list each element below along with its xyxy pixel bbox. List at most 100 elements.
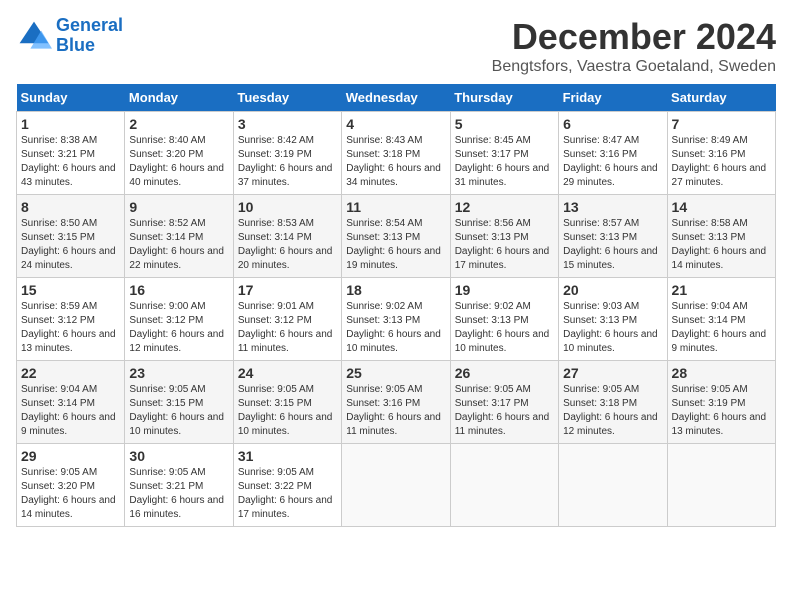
day-info: Sunrise: 8:56 AMSunset: 3:13 PMDaylight:… xyxy=(455,217,554,273)
week-row-2: 8Sunrise: 8:50 AMSunset: 3:15 PMDaylight… xyxy=(17,195,776,278)
day-number: 17 xyxy=(238,282,337,298)
calendar-cell: 7 Sunrise: 8:49 AMSunset: 3:16 PMDaylight… xyxy=(667,112,775,195)
calendar-cell: 9Sunrise: 8:52 AMSunset: 3:14 PMDaylight… xyxy=(125,195,233,278)
day-number: 7 xyxy=(672,116,771,132)
month-title: December 2024 xyxy=(492,16,776,58)
day-info: Sunrise: 9:05 AMSunset: 3:17 PMDaylight:… xyxy=(455,383,554,439)
calendar-cell: 29 Sunrise: 9:05 AMSunset: 3:20 PMDayligh… xyxy=(17,444,125,527)
header-friday: Friday xyxy=(559,84,667,112)
calendar-cell: 23Sunrise: 9:05 AMSunset: 3:15 PMDayligh… xyxy=(125,361,233,444)
calendar-cell: 12 Sunrise: 8:56 AMSunset: 3:13 PMDayligh… xyxy=(450,195,558,278)
day-number: 6 xyxy=(563,116,662,132)
day-info: Sunrise: 9:02 AMSunset: 3:13 PMDaylight:… xyxy=(455,300,554,356)
day-number: 11 xyxy=(346,199,445,215)
logo-icon xyxy=(16,18,52,54)
day-info: Sunrise: 9:05 AMSunset: 3:20 PMDaylight:… xyxy=(21,466,120,522)
day-number: 18 xyxy=(346,282,445,298)
days-header-row: SundayMondayTuesdayWednesdayThursdayFrid… xyxy=(17,84,776,112)
day-number: 29 xyxy=(21,448,120,464)
day-info: Sunrise: 9:04 AMSunset: 3:14 PMDaylight:… xyxy=(21,383,120,439)
day-number: 21 xyxy=(672,282,771,298)
calendar-cell: 16Sunrise: 9:00 AMSunset: 3:12 PMDayligh… xyxy=(125,278,233,361)
calendar-cell: 6 Sunrise: 8:47 AMSunset: 3:16 PMDaylight… xyxy=(559,112,667,195)
day-number: 1 xyxy=(21,116,120,132)
calendar-cell: 1 Sunrise: 8:38 AMSunset: 3:21 PMDaylight… xyxy=(17,112,125,195)
day-info: Sunrise: 8:47 AMSunset: 3:16 PMDaylight:… xyxy=(563,134,662,190)
calendar-cell: 26 Sunrise: 9:05 AMSunset: 3:17 PMDayligh… xyxy=(450,361,558,444)
day-info: Sunrise: 9:05 AMSunset: 3:21 PMDaylight:… xyxy=(129,466,228,522)
calendar-cell: 28 Sunrise: 9:05 AMSunset: 3:19 PMDayligh… xyxy=(667,361,775,444)
calendar-cell: 24Sunrise: 9:05 AMSunset: 3:15 PMDayligh… xyxy=(233,361,341,444)
day-info: Sunrise: 8:54 AMSunset: 3:13 PMDaylight:… xyxy=(346,217,445,273)
day-info: Sunrise: 8:40 AMSunset: 3:20 PMDaylight:… xyxy=(129,134,228,190)
day-number: 15 xyxy=(21,282,120,298)
calendar-cell: 20 Sunrise: 9:03 AMSunset: 3:13 PMDayligh… xyxy=(559,278,667,361)
day-info: Sunrise: 8:58 AMSunset: 3:13 PMDaylight:… xyxy=(672,217,771,273)
day-info: Sunrise: 9:04 AMSunset: 3:14 PMDaylight:… xyxy=(672,300,771,356)
day-number: 24 xyxy=(238,365,337,381)
header: General Blue December 2024 Bengtsfors, V… xyxy=(16,16,776,76)
day-number: 20 xyxy=(563,282,662,298)
header-sunday: Sunday xyxy=(17,84,125,112)
day-number: 26 xyxy=(455,365,554,381)
calendar-cell: 14 Sunrise: 8:58 AMSunset: 3:13 PMDayligh… xyxy=(667,195,775,278)
logo-line1: General xyxy=(56,15,123,35)
calendar-cell: 17 Sunrise: 9:01 AMSunset: 3:12 PMDayligh… xyxy=(233,278,341,361)
week-row-4: 22 Sunrise: 9:04 AMSunset: 3:14 PMDayligh… xyxy=(17,361,776,444)
day-info: Sunrise: 9:01 AMSunset: 3:12 PMDaylight:… xyxy=(238,300,337,356)
calendar-cell xyxy=(342,444,450,527)
day-number: 8 xyxy=(21,199,120,215)
day-info: Sunrise: 8:53 AMSunset: 3:14 PMDaylight:… xyxy=(238,217,337,273)
calendar-table: SundayMondayTuesdayWednesdayThursdayFrid… xyxy=(16,84,776,527)
week-row-5: 29 Sunrise: 9:05 AMSunset: 3:20 PMDayligh… xyxy=(17,444,776,527)
calendar-cell: 15 Sunrise: 8:59 AMSunset: 3:12 PMDayligh… xyxy=(17,278,125,361)
day-info: Sunrise: 8:52 AMSunset: 3:14 PMDaylight:… xyxy=(129,217,228,273)
day-info: Sunrise: 9:00 AMSunset: 3:12 PMDaylight:… xyxy=(129,300,228,356)
day-number: 14 xyxy=(672,199,771,215)
calendar-cell: 10Sunrise: 8:53 AMSunset: 3:14 PMDayligh… xyxy=(233,195,341,278)
day-number: 2 xyxy=(129,116,228,132)
day-number: 19 xyxy=(455,282,554,298)
location-subtitle: Bengtsfors, Vaestra Goetaland, Sweden xyxy=(492,58,776,76)
day-info: Sunrise: 9:05 AMSunset: 3:19 PMDaylight:… xyxy=(672,383,771,439)
calendar-cell: 13Sunrise: 8:57 AMSunset: 3:13 PMDayligh… xyxy=(559,195,667,278)
day-number: 30 xyxy=(129,448,228,464)
calendar-cell xyxy=(667,444,775,527)
calendar-cell: 19 Sunrise: 9:02 AMSunset: 3:13 PMDayligh… xyxy=(450,278,558,361)
day-info: Sunrise: 8:45 AMSunset: 3:17 PMDaylight:… xyxy=(455,134,554,190)
day-info: Sunrise: 8:57 AMSunset: 3:13 PMDaylight:… xyxy=(563,217,662,273)
calendar-cell: 31 Sunrise: 9:05 AMSunset: 3:22 PMDayligh… xyxy=(233,444,341,527)
title-section: December 2024 Bengtsfors, Vaestra Goetal… xyxy=(492,16,776,76)
day-number: 27 xyxy=(563,365,662,381)
day-number: 3 xyxy=(238,116,337,132)
day-number: 22 xyxy=(21,365,120,381)
day-info: Sunrise: 8:49 AMSunset: 3:16 PMDaylight:… xyxy=(672,134,771,190)
logo-text: General Blue xyxy=(56,16,123,56)
week-row-1: 1 Sunrise: 8:38 AMSunset: 3:21 PMDaylight… xyxy=(17,112,776,195)
day-info: Sunrise: 8:59 AMSunset: 3:12 PMDaylight:… xyxy=(21,300,120,356)
calendar-cell: 25Sunrise: 9:05 AMSunset: 3:16 PMDayligh… xyxy=(342,361,450,444)
calendar-cell: 30 Sunrise: 9:05 AMSunset: 3:21 PMDayligh… xyxy=(125,444,233,527)
logo: General Blue xyxy=(16,16,123,56)
day-info: Sunrise: 9:03 AMSunset: 3:13 PMDaylight:… xyxy=(563,300,662,356)
day-info: Sunrise: 8:43 AMSunset: 3:18 PMDaylight:… xyxy=(346,134,445,190)
calendar-cell: 11 Sunrise: 8:54 AMSunset: 3:13 PMDayligh… xyxy=(342,195,450,278)
day-number: 12 xyxy=(455,199,554,215)
day-number: 28 xyxy=(672,365,771,381)
header-monday: Monday xyxy=(125,84,233,112)
header-tuesday: Tuesday xyxy=(233,84,341,112)
day-info: Sunrise: 9:05 AMSunset: 3:15 PMDaylight:… xyxy=(129,383,228,439)
week-row-3: 15 Sunrise: 8:59 AMSunset: 3:12 PMDayligh… xyxy=(17,278,776,361)
day-info: Sunrise: 8:42 AMSunset: 3:19 PMDaylight:… xyxy=(238,134,337,190)
calendar-cell: 18 Sunrise: 9:02 AMSunset: 3:13 PMDayligh… xyxy=(342,278,450,361)
day-info: Sunrise: 8:38 AMSunset: 3:21 PMDaylight:… xyxy=(21,134,120,190)
calendar-cell: 3 Sunrise: 8:42 AMSunset: 3:19 PMDaylight… xyxy=(233,112,341,195)
calendar-cell: 2 Sunrise: 8:40 AMSunset: 3:20 PMDaylight… xyxy=(125,112,233,195)
day-number: 25 xyxy=(346,365,445,381)
calendar-cell: 22 Sunrise: 9:04 AMSunset: 3:14 PMDayligh… xyxy=(17,361,125,444)
day-number: 31 xyxy=(238,448,337,464)
calendar-cell: 21 Sunrise: 9:04 AMSunset: 3:14 PMDayligh… xyxy=(667,278,775,361)
day-info: Sunrise: 9:05 AMSunset: 3:22 PMDaylight:… xyxy=(238,466,337,522)
calendar-cell xyxy=(450,444,558,527)
day-info: Sunrise: 9:02 AMSunset: 3:13 PMDaylight:… xyxy=(346,300,445,356)
